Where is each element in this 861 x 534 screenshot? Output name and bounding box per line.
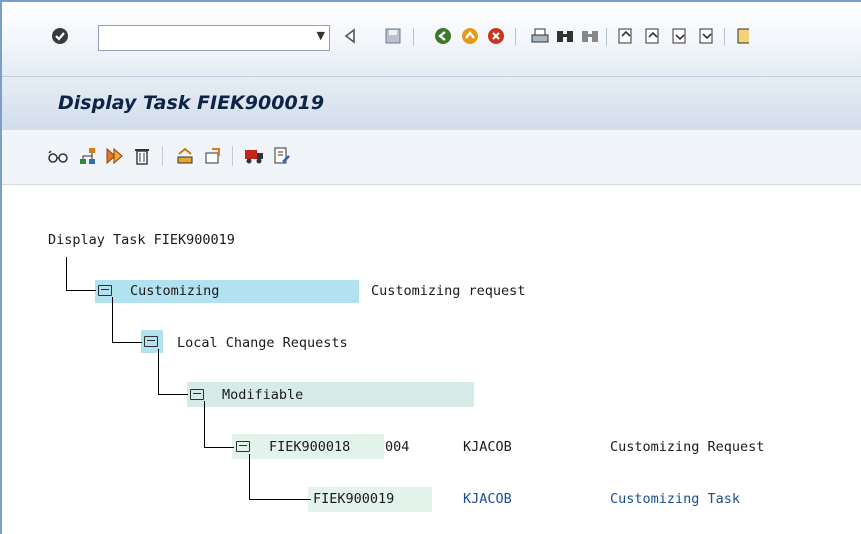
- toolbar-separator: [724, 28, 725, 46]
- toolbar-separator: [232, 146, 233, 166]
- previous-page-icon[interactable]: [643, 26, 663, 46]
- exit-icon[interactable]: [460, 26, 480, 46]
- find-next-icon[interactable]: [580, 26, 600, 46]
- hierarchy-icon[interactable]: [78, 146, 98, 166]
- tree-node-modifiable[interactable]: Modifiable: [222, 387, 303, 403]
- request-id[interactable]: FIEK900018: [269, 439, 350, 455]
- tree-line: [112, 342, 142, 343]
- tree-line: [204, 401, 205, 448]
- tree-line: [66, 290, 96, 291]
- toolbar-separator: [515, 28, 516, 46]
- application-toolbar: [2, 130, 861, 185]
- folder-icon[interactable]: [98, 285, 112, 296]
- task-owner: KJACOB: [463, 491, 512, 507]
- toolbar-separator: [162, 146, 163, 166]
- execute-icon[interactable]: [105, 146, 125, 166]
- tree-node-customizing[interactable]: Customizing: [130, 283, 219, 299]
- tree-node-customizing-desc: Customizing request: [371, 283, 526, 299]
- enter-icon[interactable]: [50, 26, 70, 46]
- task-description: Customizing Task: [610, 491, 741, 507]
- tree-line: [204, 447, 234, 448]
- tree-line: [158, 394, 188, 395]
- page-title: Display Task FIEK900019: [58, 92, 325, 114]
- tree-line: [66, 257, 67, 291]
- transport-truck-icon[interactable]: [244, 146, 264, 166]
- folder-icon[interactable]: [144, 336, 158, 347]
- print-icon[interactable]: [530, 26, 550, 46]
- tree-node-local-change-requests[interactable]: Local Change Requests: [177, 335, 348, 351]
- request-description: Customizing Request: [610, 439, 765, 455]
- delete-icon[interactable]: [132, 146, 152, 166]
- glasses-icon[interactable]: [48, 146, 68, 166]
- create-session-icon[interactable]: [737, 26, 749, 46]
- toolbar-separator: [606, 28, 607, 46]
- tree-line: [112, 297, 113, 343]
- transfer-icon[interactable]: [203, 146, 223, 166]
- folder-icon[interactable]: [190, 389, 204, 400]
- request-owner: KJACOB: [463, 439, 512, 455]
- back-icon[interactable]: [340, 26, 360, 46]
- document-edit-icon[interactable]: [272, 146, 292, 166]
- request-client: 004: [385, 439, 410, 455]
- last-page-icon[interactable]: [697, 26, 717, 46]
- save-icon[interactable]: [383, 26, 403, 46]
- first-page-icon[interactable]: [616, 26, 636, 46]
- chevron-down-icon[interactable]: ▼: [317, 29, 325, 42]
- folder-icon[interactable]: [236, 441, 250, 452]
- tree-root-label: Display Task FIEK900019: [48, 232, 235, 248]
- toolbar-separator: [413, 28, 414, 46]
- back-nav-icon[interactable]: [433, 26, 453, 46]
- find-icon[interactable]: [555, 26, 575, 46]
- release-icon[interactable]: [175, 146, 195, 166]
- command-field[interactable]: ▼: [98, 25, 330, 51]
- task-id[interactable]: FIEK900019: [313, 491, 394, 507]
- tree-line: [249, 499, 311, 500]
- tree-line: [158, 349, 159, 395]
- cancel-icon[interactable]: [486, 26, 506, 46]
- next-page-icon[interactable]: [670, 26, 690, 46]
- tree-line: [249, 454, 250, 500]
